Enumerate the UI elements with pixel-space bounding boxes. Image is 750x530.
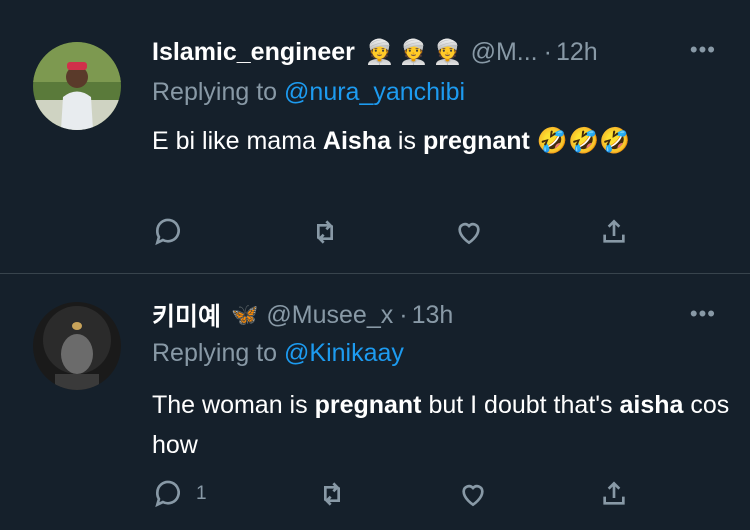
replying-prefix: Replying to: [152, 78, 278, 106]
tweet[interactable]: 키미예 🦋 @Musee_x · 13h ••• Replying to @Ki…: [0, 274, 750, 530]
replying-to: Replying to @Kinikaay: [152, 339, 404, 368]
tweet-text-bold: aisha: [619, 391, 684, 419]
reply-button[interactable]: [152, 215, 196, 249]
tweet-text-part: is: [390, 127, 423, 155]
replying-prefix: Replying to: [152, 339, 278, 367]
turban-emoji: 👳: [398, 38, 429, 66]
tweet-text: The woman is pregnant but I doubt that's…: [152, 385, 732, 465]
reply-icon: [155, 218, 180, 246]
laughing-emoji: 🤣🤣🤣: [536, 127, 631, 155]
display-name[interactable]: 키미예: [152, 297, 221, 333]
retweet-icon: [323, 482, 340, 506]
tweet[interactable]: Islamic_engineer 👳 👳 👳 @M... · 12h ••• R…: [0, 0, 750, 274]
retweet-button[interactable]: [316, 477, 348, 511]
retweet-button[interactable]: [309, 215, 341, 249]
separator: ·: [543, 37, 552, 66]
timestamp[interactable]: 12h: [556, 38, 598, 67]
name-emoji-group: 👳 👳 👳: [365, 38, 463, 67]
tweet-text: E bi like mama Aisha is pregnant 🤣🤣🤣: [152, 121, 712, 161]
tweet-text-part: The woman is: [152, 391, 315, 419]
tweet-text-bold: Aisha: [322, 127, 391, 155]
more-options-icon[interactable]: •••: [690, 301, 716, 327]
share-icon: [603, 481, 625, 505]
turban-emoji: 👳: [432, 38, 463, 66]
tweet-header: Islamic_engineer 👳 👳 👳 @M... · 12h: [152, 35, 598, 69]
display-name[interactable]: Islamic_engineer: [152, 38, 355, 67]
share-button[interactable]: [598, 477, 630, 511]
handle[interactable]: @M...: [471, 38, 538, 67]
tweet-header: 키미예 🦋 @Musee_x · 13h: [152, 298, 453, 332]
tweet-text-bold: pregnant: [314, 391, 422, 419]
tweet-text-bold: pregnant: [422, 127, 530, 155]
like-icon: [458, 222, 480, 245]
like-button[interactable]: [453, 215, 485, 249]
reply-button[interactable]: 1: [152, 477, 207, 511]
avatar[interactable]: [33, 302, 121, 390]
share-button[interactable]: [598, 215, 630, 249]
tweet-actions: [152, 215, 630, 249]
tweet-text-part: E bi like mama: [152, 127, 323, 155]
replying-handle-link[interactable]: @Kinikaay: [284, 339, 404, 367]
like-icon: [462, 484, 484, 507]
tweet-text-part: but I doubt that's: [421, 391, 620, 419]
reply-icon: [155, 480, 180, 508]
retweet-icon: [316, 220, 333, 244]
reply-count: 1: [196, 483, 207, 504]
handle[interactable]: @Musee_x: [266, 301, 393, 330]
share-icon: [603, 219, 625, 243]
turban-emoji: 👳: [364, 38, 395, 66]
name-emoji-group: 🦋: [231, 302, 258, 328]
replying-handle-link[interactable]: @nura_yanchibi: [284, 78, 465, 106]
more-options-icon[interactable]: •••: [690, 37, 716, 63]
timestamp[interactable]: 13h: [412, 301, 454, 330]
avatar[interactable]: [33, 42, 121, 130]
replying-to: Replying to @nura_yanchibi: [152, 78, 465, 107]
like-button[interactable]: [457, 477, 489, 511]
separator: ·: [399, 300, 408, 329]
tweet-actions: 1: [152, 477, 630, 511]
butterfly-emoji: 🦋: [231, 302, 259, 327]
